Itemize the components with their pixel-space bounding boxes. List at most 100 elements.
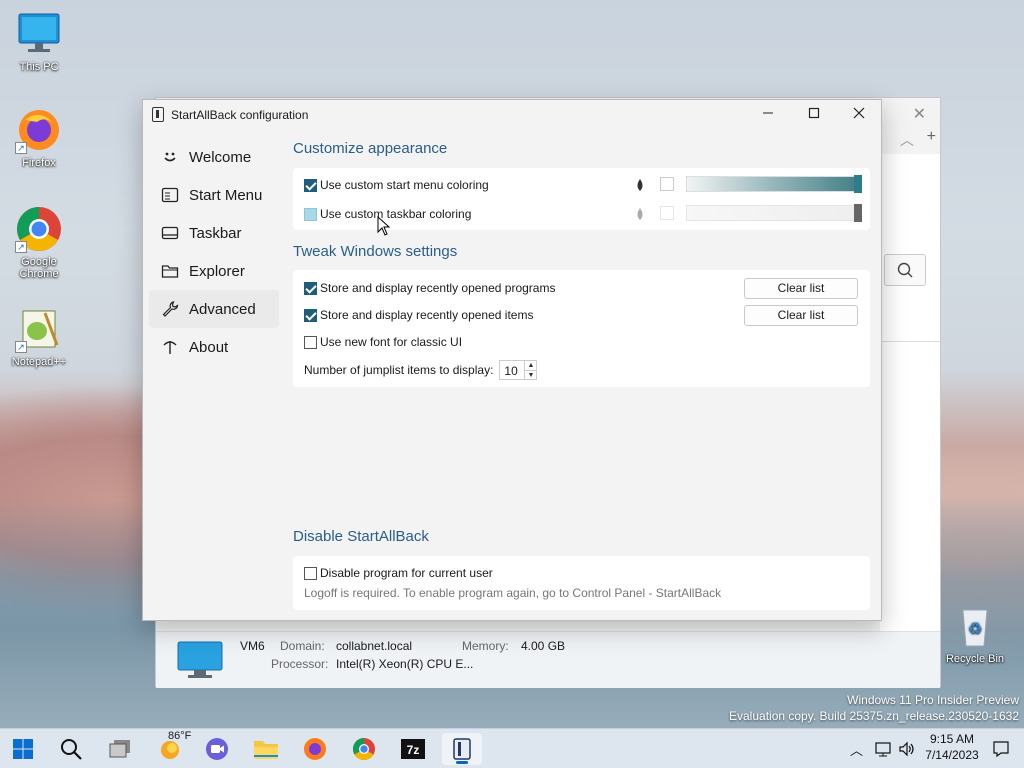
domain-label: Domain: xyxy=(280,639,325,653)
desktop-icon-label: Recycle Bin xyxy=(945,653,1005,665)
jumplist-stepper[interactable]: 10 ▲ ▼ xyxy=(499,360,538,380)
startallback-config-window[interactable]: StartAllBack configuration Welcome Start… xyxy=(142,99,882,621)
startallback-taskbar-button[interactable] xyxy=(442,733,482,765)
nav-item-about[interactable]: About xyxy=(149,328,279,366)
maximize-icon xyxy=(808,107,820,119)
taskbar-coloring-checkbox[interactable] xyxy=(304,207,317,221)
notification-icon xyxy=(993,741,1009,758)
7zip-icon: 7z xyxy=(401,739,425,759)
search-icon xyxy=(61,739,82,760)
nav-label: Welcome xyxy=(189,148,252,166)
nav-item-taskbar[interactable]: Taskbar xyxy=(149,214,279,252)
minimize-icon xyxy=(763,112,773,114)
folder-icon xyxy=(254,741,278,759)
desktop-icon-this-pc[interactable]: This PC xyxy=(1,10,77,73)
task-view-button[interactable] xyxy=(100,733,140,765)
clock[interactable]: 9:15 AM 7/14/2023 xyxy=(920,729,984,768)
minimize-button[interactable] xyxy=(745,100,791,130)
desktop-icon-label: Google Chrome xyxy=(19,256,59,280)
windows-logo-icon xyxy=(13,739,33,759)
shortcut-arrow-icon: ↗ xyxy=(15,341,27,353)
new-font-option[interactable]: Use new font for classic UI xyxy=(304,333,462,351)
teams-chat-button[interactable] xyxy=(197,733,237,765)
maximize-button[interactable] xyxy=(791,100,837,130)
clock-time: 9:15 AM xyxy=(929,732,975,746)
slider-thumb[interactable] xyxy=(854,175,862,193)
nav-item-explorer[interactable]: Explorer xyxy=(149,252,279,290)
nav-item-welcome[interactable]: Welcome xyxy=(149,138,279,176)
jumplist-value[interactable]: 10 xyxy=(504,364,517,378)
title-bar[interactable]: StartAllBack configuration xyxy=(143,100,881,130)
window-title: StartAllBack configuration xyxy=(171,108,309,122)
desktop-icon-label: Firefox xyxy=(22,157,56,169)
recent-items-checkbox[interactable] xyxy=(304,308,317,322)
desktop-icon-chrome[interactable]: ↗ Google Chrome xyxy=(1,205,77,280)
watermark-build: Evaluation copy. Build 25375.zn_release.… xyxy=(729,709,1019,723)
desktop-icon-firefox[interactable]: ↗ Firefox xyxy=(1,106,77,169)
desktop-icon-notepadpp[interactable]: ↗ Notepad++ xyxy=(1,305,77,368)
close-icon[interactable]: ✕ xyxy=(913,104,926,124)
new-font-checkbox[interactable] xyxy=(304,335,317,349)
svg-text:♻: ♻ xyxy=(968,621,982,638)
taskbar-icon xyxy=(161,224,179,242)
start-menu-coloring-checkbox[interactable] xyxy=(304,178,317,192)
start-menu-coloring-option[interactable]: Use custom start menu coloring xyxy=(304,176,489,194)
nav-label: About xyxy=(189,338,229,356)
system-info-footer: VM6 Domain: collabnet.local Memory: 4.00… xyxy=(156,631,940,688)
background-panel-lower xyxy=(880,342,940,632)
search-button[interactable] xyxy=(51,733,91,765)
start-button[interactable] xyxy=(3,733,43,765)
antenna-icon xyxy=(161,338,179,356)
tweak-panel: Store and display recently opened progra… xyxy=(293,270,870,387)
notifications-button[interactable] xyxy=(990,729,1012,768)
stepper-down-icon[interactable]: ▼ xyxy=(524,370,537,379)
disable-program-checkbox[interactable] xyxy=(304,566,317,580)
network-icon[interactable] xyxy=(874,740,892,758)
nav-label: Taskbar xyxy=(189,224,242,242)
search-box[interactable] xyxy=(884,254,926,286)
file-explorer-button[interactable] xyxy=(246,733,286,765)
chevron-up-icon[interactable]: ︿ xyxy=(900,130,914,150)
task-view-icon xyxy=(109,740,130,758)
add-icon[interactable]: + xyxy=(927,128,936,146)
color-swatch xyxy=(660,206,674,220)
chrome-taskbar-button[interactable] xyxy=(344,733,384,765)
weather-widget[interactable]: 86°F xyxy=(150,730,191,765)
nav-item-advanced[interactable]: Advanced xyxy=(149,290,279,328)
domain-value: collabnet.local xyxy=(336,639,413,653)
desktop-icon-label: Notepad++ xyxy=(11,356,67,368)
checkbox-label: Use custom taskbar coloring xyxy=(320,207,472,221)
disable-program-option[interactable]: Disable program for current user xyxy=(304,564,493,582)
recent-programs-checkbox[interactable] xyxy=(304,281,317,295)
logoff-note: Logoff is required. To enable program ag… xyxy=(304,586,722,600)
active-indicator xyxy=(456,761,468,764)
stepper-up-icon[interactable]: ▲ xyxy=(524,361,536,370)
section-title-disable: Disable StartAllBack xyxy=(293,528,429,545)
firefox-taskbar-button[interactable] xyxy=(295,733,335,765)
recent-programs-option[interactable]: Store and display recently opened progra… xyxy=(304,279,555,297)
chevron-up-icon[interactable]: ︿ xyxy=(850,740,863,759)
notepadpp-icon: ↗ xyxy=(15,305,63,353)
memory-label: Memory: xyxy=(462,639,509,653)
svg-text:7z: 7z xyxy=(407,743,420,757)
start-menu-icon xyxy=(161,186,179,204)
monitor-icon xyxy=(176,640,224,682)
nav-label: Start Menu xyxy=(189,186,263,204)
recent-items-option[interactable]: Store and display recently opened items xyxy=(304,306,533,324)
close-icon xyxy=(853,107,865,119)
desktop-icon-recycle-bin[interactable]: ♻ Recycle Bin xyxy=(937,602,1013,665)
jumplist-option: Number of jumplist items to display: 10 … xyxy=(304,359,538,381)
background-panel xyxy=(880,154,940,342)
clear-items-button[interactable]: Clear list xyxy=(744,305,858,326)
monitor-icon xyxy=(15,10,63,58)
mouse-cursor-icon xyxy=(377,216,391,236)
nav-item-start-menu[interactable]: Start Menu xyxy=(149,176,279,214)
jumplist-label: Number of jumplist items to display: xyxy=(304,363,494,377)
volume-icon[interactable] xyxy=(898,740,916,758)
start-menu-color-slider[interactable] xyxy=(686,175,862,193)
clear-programs-button[interactable]: Clear list xyxy=(744,278,858,299)
close-button[interactable] xyxy=(836,100,882,130)
color-drop-icon[interactable] xyxy=(635,179,645,191)
color-swatch[interactable] xyxy=(660,177,674,191)
7zip-taskbar-button[interactable]: 7z xyxy=(393,733,433,765)
